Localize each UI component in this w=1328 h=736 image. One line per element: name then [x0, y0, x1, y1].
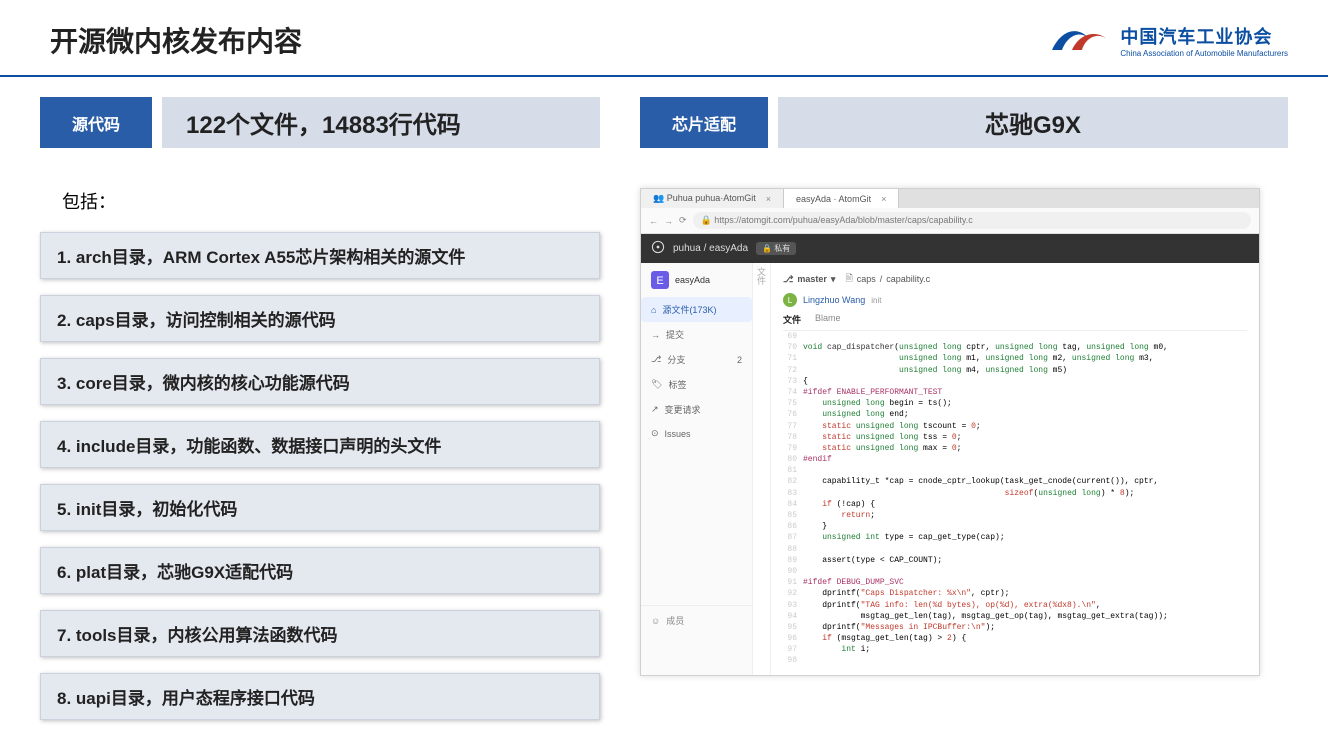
- code-line: 77 static unsigned long tscount = 0;: [783, 421, 1247, 432]
- code-line: 81: [783, 465, 1247, 476]
- back-icon[interactable]: ←: [649, 216, 658, 226]
- repo-path[interactable]: puhua / easyAda: [673, 243, 748, 254]
- code-line: 86 }: [783, 521, 1247, 532]
- sidebar-members[interactable]: ☺ 成员: [641, 605, 752, 635]
- includes-label: 包括：: [62, 188, 600, 214]
- tab-blame[interactable]: Blame: [815, 313, 841, 326]
- code-line: 93 dprintf("TAG info: len(%d bytes), op(…: [783, 600, 1247, 611]
- private-badge: 🔒 私有: [756, 242, 796, 255]
- url-field[interactable]: 🔒 https://atomgit.com/puhua/easyAda/blob…: [693, 212, 1251, 229]
- sidebar-item[interactable]: 🏷标签: [641, 372, 752, 397]
- lock-icon: 🔒: [701, 215, 712, 225]
- repo-header: puhua / easyAda 🔒 私有: [641, 234, 1259, 263]
- code-line: 84 if (!cap) {: [783, 499, 1247, 510]
- code-line: 71 unsigned long m1, unsigned long m2, u…: [783, 353, 1247, 364]
- list-item: 5. init目录，初始化代码: [40, 484, 600, 531]
- code-line: 73{: [783, 376, 1247, 387]
- code-line: 79 static unsigned long max = 0;: [783, 443, 1247, 454]
- browser-tab[interactable]: easyAda · AtomGit×: [784, 189, 899, 208]
- org-logo-block: 中国汽车工业协会 China Association of Automobile…: [1050, 22, 1288, 58]
- branch-icon: ⎇: [783, 274, 793, 285]
- code-line: 78 static unsigned long tss = 0;: [783, 432, 1247, 443]
- reload-icon[interactable]: ⟳: [679, 215, 687, 226]
- left-column: 源代码 122个文件，14883行代码 包括： 1. arch目录，ARM Co…: [40, 97, 600, 736]
- list-item: 8. uapi目录，用户态程序接口代码: [40, 673, 600, 720]
- list-item: 3. core目录，微内核的核心功能源代码: [40, 358, 600, 405]
- members-icon: ☺: [651, 616, 660, 626]
- sidebar-icon: ⊙: [651, 428, 659, 439]
- sidebar-item[interactable]: ⌂源文件(173K): [641, 297, 752, 322]
- right-tag-label: 芯片适配: [640, 97, 768, 148]
- chevron-down-icon: ▾: [831, 274, 836, 285]
- list-item: 6. plat目录，芯驰G9X适配代码: [40, 547, 600, 594]
- code-line: 74#ifdef ENABLE_PERFORMANT_TEST: [783, 387, 1247, 398]
- code-line: 70void cap_dispatcher(unsigned long cptr…: [783, 342, 1247, 353]
- sidebar-icon: ↗: [651, 404, 659, 415]
- code-line: 94 msgtag_get_len(tag), msgtag_get_op(ta…: [783, 611, 1247, 622]
- sidebar-item[interactable]: →提交: [641, 322, 752, 347]
- code-line: 75 unsigned long begin = ts();: [783, 398, 1247, 409]
- page-title: 开源微内核发布内容: [50, 20, 302, 60]
- code-line: 91#ifdef DEBUG_DUMP_SVC: [783, 577, 1247, 588]
- code-line: 97 int i;: [783, 644, 1247, 655]
- code-line: 82 capability_t *cap = cnode_cptr_lookup…: [783, 476, 1247, 487]
- sidebar-icon: ⌂: [651, 305, 656, 315]
- commit-msg: init: [871, 296, 881, 305]
- caam-logo-icon: [1050, 22, 1110, 58]
- code-line: 87 unsigned int type = cap_get_type(cap)…: [783, 532, 1247, 543]
- code-line: 83 sizeof(unsigned long) * 8);: [783, 488, 1247, 499]
- sidebar-item[interactable]: ⊙Issues: [641, 422, 752, 445]
- sidebar-icon: 🏷: [651, 379, 662, 390]
- list-item: 1. arch目录，ARM Cortex A55芯片架构相关的源文件: [40, 232, 600, 279]
- forward-icon[interactable]: →: [664, 216, 673, 226]
- code-line: 92 dprintf("Caps Dispatcher: %x\n", cptr…: [783, 588, 1247, 599]
- sidebar-item[interactable]: ↗变更请求: [641, 397, 752, 422]
- left-tag-value: 122个文件，14883行代码: [162, 97, 600, 148]
- file-tabs: 文件 Blame: [783, 313, 1247, 326]
- left-tag-label: 源代码: [40, 97, 152, 148]
- author-name[interactable]: Lingzhuo Wang: [803, 295, 865, 305]
- org-name-en: China Association of Automobile Manufact…: [1120, 49, 1288, 58]
- code-line: 89 assert(type < CAP_COUNT);: [783, 555, 1247, 566]
- sidebar-icon: →: [651, 330, 660, 340]
- code-line: 98: [783, 655, 1247, 666]
- code-line: 88: [783, 544, 1247, 555]
- right-column: 芯片适配 芯驰G9X 👥 Puhua puhua·AtomGit×easyAda…: [640, 97, 1288, 736]
- code-line: 80#endif: [783, 454, 1247, 465]
- close-icon[interactable]: ×: [766, 194, 771, 204]
- browser-window: 👥 Puhua puhua·AtomGit×easyAda · AtomGit×…: [640, 188, 1260, 676]
- atom-logo-icon: [651, 240, 665, 257]
- org-name-cn: 中国汽车工业协会: [1120, 23, 1288, 49]
- breadcrumb-folder[interactable]: caps: [857, 274, 876, 284]
- breadcrumb-file[interactable]: capability.c: [886, 274, 930, 284]
- breadcrumb: 🗎 caps / capability.c: [845, 271, 930, 287]
- list-item: 2. caps目录，访问控制相关的源代码: [40, 295, 600, 342]
- repo-sidebar: E easyAda ⌂源文件(173K)→提交⎇分支2🏷标签↗变更请求⊙Issu…: [641, 263, 753, 675]
- divider: [0, 75, 1328, 77]
- code-view: 6970void cap_dispatcher(unsigned long cp…: [783, 330, 1247, 667]
- browser-tabs: 👥 Puhua puhua·AtomGit×easyAda · AtomGit×: [641, 189, 1259, 208]
- sidebar-item[interactable]: ⎇分支2: [641, 347, 752, 372]
- right-tag-value: 芯驰G9X: [778, 97, 1288, 148]
- code-line: 90: [783, 566, 1247, 577]
- code-line: 96 if (msgtag_get_len(tag) > 2) {: [783, 633, 1247, 644]
- code-line: 76 unsigned long end;: [783, 409, 1247, 420]
- file-icon: 🗎: [845, 271, 852, 287]
- svg-text:E: E: [656, 275, 663, 287]
- project-name[interactable]: E easyAda: [641, 263, 752, 297]
- vertical-tab-label[interactable]: 文件: [753, 263, 771, 675]
- code-line: 72 unsigned long m4, unsigned long m5): [783, 365, 1247, 376]
- browser-tab[interactable]: 👥 Puhua puhua·AtomGit×: [641, 189, 784, 208]
- code-line: 85 return;: [783, 510, 1247, 521]
- repo-main: ⎇ master ▾ 🗎 caps / capability.c L: [771, 263, 1259, 675]
- code-line: 69: [783, 331, 1247, 342]
- list-item: 7. tools目录，内核公用算法函数代码: [40, 610, 600, 657]
- list-item: 4. include目录，功能函数、数据接口声明的头文件: [40, 421, 600, 468]
- code-line: 95 dprintf("Messages in IPCBuffer:\n");: [783, 622, 1247, 633]
- avatar: L: [783, 293, 797, 307]
- branch-selector[interactable]: ⎇ master ▾: [783, 274, 835, 285]
- tab-file[interactable]: 文件: [783, 313, 801, 326]
- close-icon[interactable]: ×: [881, 194, 886, 204]
- sidebar-icon: ⎇: [651, 354, 661, 365]
